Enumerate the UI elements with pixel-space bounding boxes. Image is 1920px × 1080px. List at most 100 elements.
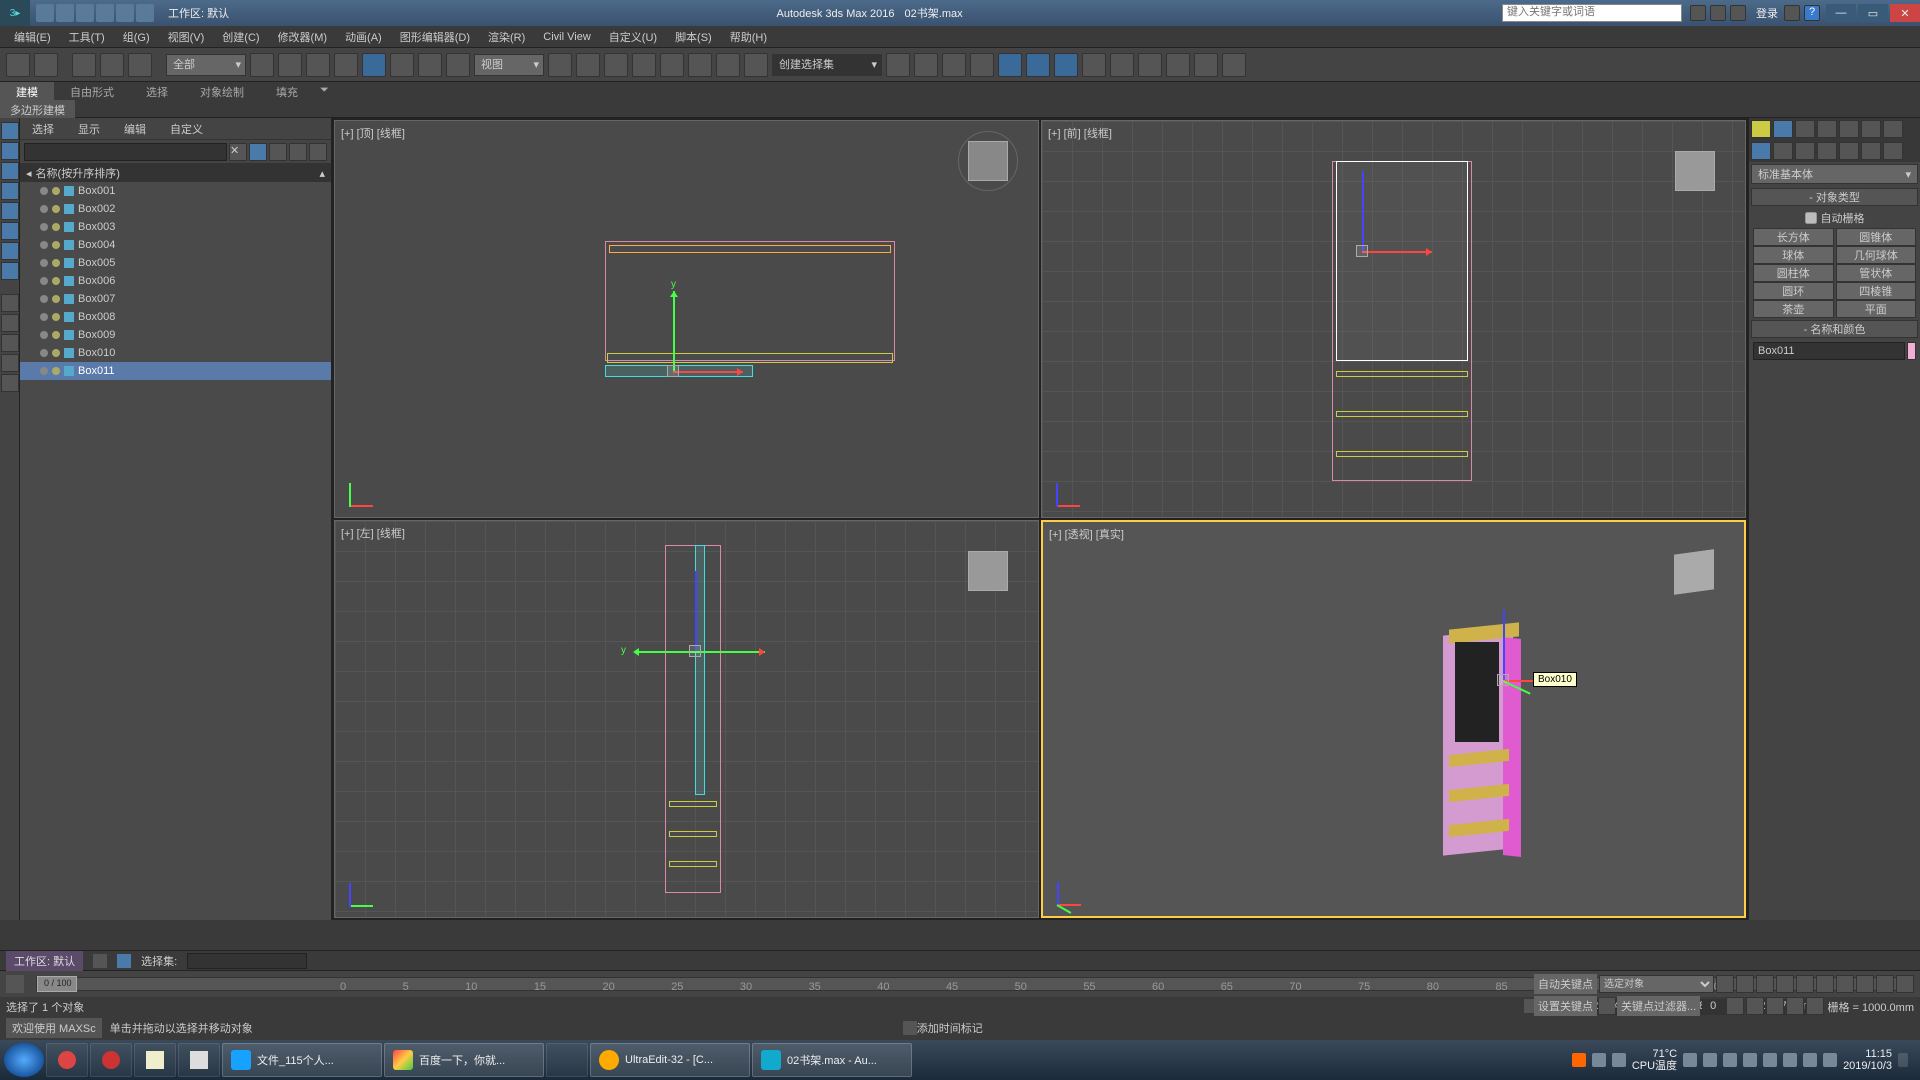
lt-icon-11[interactable] xyxy=(1,334,19,352)
tray-clock[interactable]: 11:152019/10/3 xyxy=(1843,1048,1892,1072)
ribbon-panel-polymodeling[interactable]: 多边形建模 xyxy=(0,100,75,118)
unlink-icon[interactable] xyxy=(100,53,124,77)
timeconfig-icon[interactable] xyxy=(1726,997,1744,1015)
down-icon[interactable] xyxy=(1784,5,1800,21)
cp-lights-icon[interactable] xyxy=(1795,142,1815,160)
infocenter-icon[interactable] xyxy=(1690,5,1706,21)
cp-hierarchy-icon[interactable] xyxy=(1817,120,1837,138)
se-lock-icon[interactable] xyxy=(289,143,307,161)
show-desktop[interactable] xyxy=(1898,1053,1908,1067)
cp-geometry-icon[interactable] xyxy=(1751,142,1771,160)
freeze-dot-icon[interactable] xyxy=(52,295,60,303)
select-manip-icon[interactable] xyxy=(576,53,600,77)
menu-help[interactable]: 帮助(H) xyxy=(722,27,775,47)
menu-tools[interactable]: 工具(T) xyxy=(61,27,113,47)
lt-icon-5[interactable] xyxy=(1,202,19,220)
keymode-icon[interactable] xyxy=(1816,975,1834,993)
visibility-dot-icon[interactable] xyxy=(40,367,48,375)
setkey-button[interactable]: 设置关键点 xyxy=(1534,996,1597,1016)
prev-frame-icon[interactable] xyxy=(1736,975,1754,993)
ribbon-toggle-icon[interactable]: ⏷ xyxy=(314,82,335,100)
login-button[interactable]: 登录 xyxy=(1750,5,1784,21)
visibility-dot-icon[interactable] xyxy=(40,313,48,321)
select-name-icon[interactable] xyxy=(278,53,302,77)
nav-3-icon[interactable] xyxy=(1876,975,1894,993)
viewport-left-label[interactable]: [+] [左] [线框] xyxy=(341,525,405,541)
link-icon[interactable] xyxy=(72,53,96,77)
selset-dropdown[interactable] xyxy=(187,953,307,969)
workspace-selector[interactable]: 工作区: 默认 xyxy=(160,5,237,21)
menu-group[interactable]: 组(G) xyxy=(115,27,158,47)
play-icon[interactable] xyxy=(1756,975,1774,993)
visibility-dot-icon[interactable] xyxy=(40,331,48,339)
app-logo[interactable]: 3▸ xyxy=(0,0,30,26)
align-icon[interactable] xyxy=(914,53,938,77)
nav-7-icon[interactable] xyxy=(1786,997,1804,1015)
se-clear-icon[interactable]: ✕ xyxy=(229,143,247,161)
visibility-dot-icon[interactable] xyxy=(40,277,48,285)
keyfilter-button[interactable]: 关键点过滤器... xyxy=(1617,996,1700,1016)
cp-rollout-objecttype[interactable]: - 对象类型 xyxy=(1751,188,1918,206)
current-frame[interactable]: 0 xyxy=(1702,999,1724,1013)
qat-link-icon[interactable] xyxy=(136,4,154,22)
help-icon[interactable]: ? xyxy=(1804,5,1820,21)
cp-helpers-icon[interactable] xyxy=(1839,142,1859,160)
start-button[interactable] xyxy=(4,1043,44,1077)
layers-icon[interactable] xyxy=(93,954,107,968)
star-icon[interactable] xyxy=(1710,5,1726,21)
selset-icon[interactable] xyxy=(117,954,131,968)
se-selset-icon[interactable] xyxy=(249,143,267,161)
select-object-icon[interactable] xyxy=(250,53,274,77)
maxscript-mini-listener[interactable]: 欢迎使用 MAXSc xyxy=(6,1018,102,1038)
visibility-dot-icon[interactable] xyxy=(40,349,48,357)
se-item-box001[interactable]: Box001 xyxy=(20,182,331,200)
nav-6-icon[interactable] xyxy=(1766,997,1784,1015)
cp-primitive-管状体[interactable]: 管状体 xyxy=(1836,264,1917,282)
tray-icon-5[interactable] xyxy=(1703,1053,1717,1067)
addtimetag-label[interactable]: 添加时间标记 xyxy=(917,1020,983,1036)
workspace-label[interactable]: 工作区: 默认 xyxy=(6,951,83,971)
se-item-box008[interactable]: Box008 xyxy=(20,308,331,326)
taskbar-pin-2[interactable] xyxy=(90,1043,132,1077)
redo-icon[interactable] xyxy=(34,53,58,77)
tray-icon-6[interactable] xyxy=(1723,1053,1737,1067)
cp-primitive-茶壶[interactable]: 茶壶 xyxy=(1753,300,1834,318)
cp-utilities-icon[interactable] xyxy=(1883,120,1903,138)
freeze-dot-icon[interactable] xyxy=(52,205,60,213)
viewport-front[interactable]: [+] [前] [线框] xyxy=(1041,120,1746,518)
cp-create-icon[interactable] xyxy=(1773,120,1793,138)
layer-explorer-icon[interactable] xyxy=(970,53,994,77)
viewcube-top[interactable] xyxy=(958,131,1018,191)
tray-icon-7[interactable] xyxy=(1743,1053,1757,1067)
freeze-dot-icon[interactable] xyxy=(52,367,60,375)
tray-volume-icon[interactable] xyxy=(1803,1053,1817,1067)
keyobject-dropdown[interactable]: 选定对象 xyxy=(1599,975,1714,993)
cp-primitive-几何球体[interactable]: 几何球体 xyxy=(1836,246,1917,264)
menu-animation[interactable]: 动画(A) xyxy=(337,27,390,47)
lt-icon-6[interactable] xyxy=(1,222,19,240)
lt-icon-2[interactable] xyxy=(1,142,19,160)
se-tab-edit[interactable]: 编辑 xyxy=(112,118,158,140)
cp-rollout-namecolor[interactable]: - 名称和颜色 xyxy=(1751,320,1918,338)
menu-civilview[interactable]: Civil View xyxy=(535,29,598,45)
visibility-dot-icon[interactable] xyxy=(40,205,48,213)
se-item-box004[interactable]: Box004 xyxy=(20,236,331,254)
tray-icon-9[interactable] xyxy=(1783,1053,1797,1067)
cp-autogrid-checkbox[interactable] xyxy=(1805,212,1817,224)
se-item-box005[interactable]: Box005 xyxy=(20,254,331,272)
help-search-input[interactable] xyxy=(1503,5,1681,19)
help-search[interactable] xyxy=(1502,4,1682,22)
select-window-icon[interactable] xyxy=(334,53,358,77)
nav-5-icon[interactable] xyxy=(1746,997,1764,1015)
close-button[interactable]: ✕ xyxy=(1890,4,1920,22)
se-item-box007[interactable]: Box007 xyxy=(20,290,331,308)
taskbar-app-1[interactable]: 文件_115个人... xyxy=(222,1043,382,1077)
visibility-dot-icon[interactable] xyxy=(40,223,48,231)
viewcube-left[interactable] xyxy=(958,541,1018,601)
cp-name-input[interactable] xyxy=(1753,342,1905,360)
se-tab-custom[interactable]: 自定义 xyxy=(158,118,215,140)
lt-icon-9[interactable] xyxy=(1,294,19,312)
se-tab-select[interactable]: 选择 xyxy=(20,118,66,140)
tray-icon-1[interactable] xyxy=(1572,1053,1586,1067)
menu-grapheditors[interactable]: 图形编辑器(D) xyxy=(392,27,478,47)
